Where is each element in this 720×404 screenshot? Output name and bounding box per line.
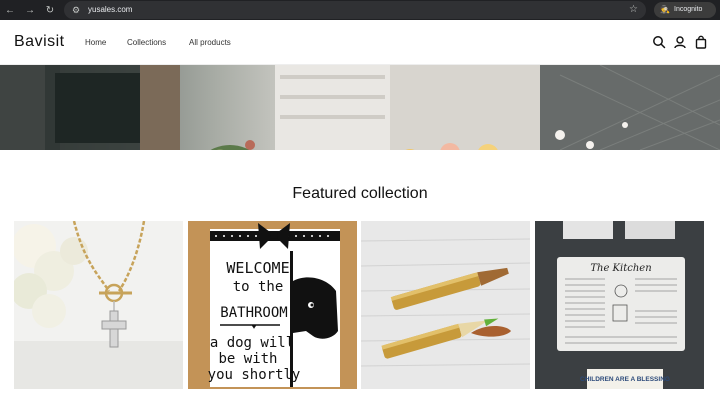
sign-line-6: you shortly [208, 367, 301, 383]
nav-collections[interactable]: Collections [127, 38, 166, 47]
bookmark-star-icon[interactable]: ☆ [629, 4, 638, 15]
browser-toolbar: ← → ↻ ⚙ yusales.com ☆ 🕵 Incognito [0, 0, 720, 20]
site-info-icon[interactable]: ⚙ [72, 5, 82, 15]
featured-collection-title: Featured collection [292, 185, 428, 202]
account-icon[interactable] [673, 35, 687, 49]
sign-line-1: WELCOME [226, 259, 289, 277]
sign-line-4: a dog will [210, 335, 294, 351]
sign-heart: ♥ [252, 322, 257, 331]
address-bar[interactable]: ⚙ yusales.com ☆ [64, 1, 646, 19]
hero-banner [0, 65, 720, 150]
sign-line-5: be with [218, 351, 277, 367]
cart-icon[interactable] [694, 35, 708, 49]
nav-home[interactable]: Home [85, 38, 106, 47]
back-icon[interactable]: ← [3, 3, 17, 17]
cross-necklace-image[interactable] [14, 221, 183, 389]
forward-icon[interactable]: → [23, 3, 37, 17]
kitchen-magnet-image[interactable]: The Kitchen CHILDREN ARE A BLESSING [535, 221, 704, 389]
product-card-3[interactable] [361, 221, 530, 389]
search-icon[interactable] [652, 35, 666, 49]
bathroom-sign-image[interactable]: WELCOME to the BATHROOM ♥ a dog will be … [188, 221, 357, 389]
incognito-badge[interactable]: 🕵 Incognito [654, 2, 716, 18]
product-card-4[interactable]: The Kitchen CHILDREN ARE A BLESSING [535, 221, 704, 389]
store-logo[interactable]: Bavisit [14, 33, 65, 51]
magnet-card-text: CHILDREN ARE A BLESSING [580, 376, 670, 383]
product-card-1[interactable] [14, 221, 183, 389]
magnet-title: The Kitchen [590, 263, 651, 274]
sign-line-2: to the [233, 279, 284, 295]
incognito-label: Incognito [674, 6, 703, 13]
product-card-2[interactable]: WELCOME to the BATHROOM ♥ a dog will be … [188, 221, 357, 389]
hero-flowers-image [0, 65, 720, 150]
sign-line-3: BATHROOM [220, 305, 287, 321]
bullet-pen-image[interactable] [361, 221, 530, 389]
store-header: Bavisit Home Collections All products [0, 20, 720, 65]
reload-icon[interactable]: ↻ [43, 3, 57, 17]
incognito-icon: 🕵 [660, 5, 670, 14]
nav-all-products[interactable]: All products [189, 38, 231, 47]
url-text[interactable]: yusales.com [88, 5, 132, 14]
